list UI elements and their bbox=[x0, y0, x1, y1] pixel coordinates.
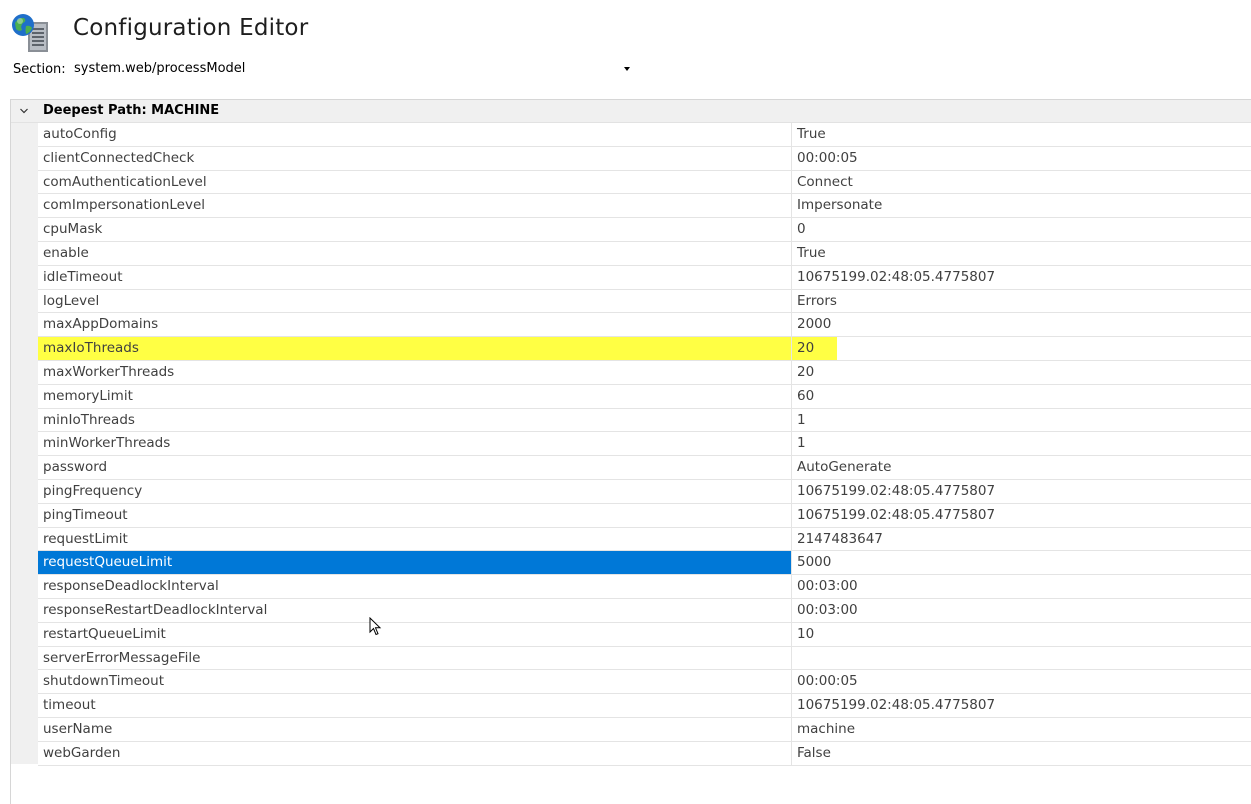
page-title: Configuration Editor bbox=[73, 15, 309, 41]
property-name: maxWorkerThreads bbox=[38, 361, 792, 384]
property-row[interactable]: restartQueueLimit 10 bbox=[38, 622, 1251, 647]
property-row[interactable]: clientConnectedCheck 00:00:05 bbox=[38, 146, 1251, 171]
grid-gutter bbox=[11, 123, 38, 764]
property-name: clientConnectedCheck bbox=[38, 146, 792, 170]
property-name: timeout bbox=[38, 694, 792, 717]
property-name: userName bbox=[38, 718, 792, 741]
property-row[interactable]: shutdownTimeout 00:00:05 bbox=[38, 670, 1251, 695]
property-name: maxIoThreads bbox=[38, 337, 792, 360]
property-row[interactable]: memoryLimit 60 bbox=[38, 384, 1251, 409]
property-value[interactable]: 10675199.02:48:05.4775807 bbox=[792, 504, 1251, 527]
property-name: enable bbox=[38, 242, 792, 265]
property-value[interactable]: 00:03:00 bbox=[792, 575, 1251, 598]
property-row[interactable]: requestQueueLimit 5000 bbox=[38, 551, 1251, 576]
property-row[interactable]: password AutoGenerate bbox=[38, 456, 1251, 480]
property-value[interactable]: 00:03:00 bbox=[792, 599, 1251, 622]
property-value[interactable]: 10 bbox=[792, 623, 1251, 646]
property-name: minIoThreads bbox=[38, 408, 792, 432]
property-value[interactable]: 2147483647 bbox=[792, 528, 1251, 551]
property-name: minWorkerThreads bbox=[38, 432, 792, 456]
property-row[interactable]: responseDeadlockInterval 00:03:00 bbox=[38, 575, 1251, 599]
property-row[interactable]: comImpersonationLevel Impersonate bbox=[38, 194, 1251, 219]
property-value[interactable]: Errors bbox=[792, 290, 1251, 313]
property-name: shutdownTimeout bbox=[38, 670, 792, 694]
property-name: restartQueueLimit bbox=[38, 622, 792, 646]
property-value[interactable]: 10675199.02:48:05.4775807 bbox=[792, 266, 1251, 289]
property-row[interactable]: maxWorkerThreads 20 bbox=[38, 361, 1251, 385]
property-name: requestQueueLimit bbox=[38, 551, 792, 575]
property-row[interactable]: maxAppDomains 2000 bbox=[38, 313, 1251, 338]
property-name: password bbox=[38, 456, 792, 479]
property-row[interactable]: minIoThreads 1 bbox=[38, 408, 1251, 433]
property-row[interactable]: serverErrorMessageFile bbox=[38, 646, 1251, 671]
property-value[interactable]: True bbox=[792, 242, 1251, 265]
property-name: responseDeadlockInterval bbox=[38, 575, 792, 598]
property-grid: Deepest Path: MACHINE autoConfig True clie… bbox=[10, 99, 1251, 804]
property-row[interactable]: timeout 10675199.02:48:05.4775807 bbox=[38, 694, 1251, 718]
property-value[interactable]: 10675199.02:48:05.4775807 bbox=[792, 694, 1251, 717]
property-row[interactable]: pingTimeout 10675199.02:48:05.4775807 bbox=[38, 503, 1251, 528]
property-name: logLevel bbox=[38, 289, 792, 313]
property-value[interactable]: 1 bbox=[792, 409, 1251, 432]
property-name: cpuMask bbox=[38, 218, 792, 241]
property-value[interactable]: 00:00:05 bbox=[792, 147, 1251, 170]
property-name: responseRestartDeadlockInterval bbox=[38, 599, 792, 622]
property-value[interactable]: 20 bbox=[792, 337, 1251, 360]
property-name: idleTimeout bbox=[38, 265, 792, 289]
property-row[interactable]: comAuthenticationLevel Connect bbox=[38, 170, 1251, 195]
property-value[interactable]: 20 bbox=[792, 361, 1251, 384]
property-name: pingTimeout bbox=[38, 503, 792, 527]
property-value[interactable]: 2000 bbox=[792, 313, 1251, 336]
property-row[interactable]: cpuMask 0 bbox=[38, 218, 1251, 242]
section-label: Section: bbox=[13, 62, 66, 77]
section-dropdown[interactable]: system.web/processModel bbox=[72, 58, 632, 82]
property-value[interactable]: machine bbox=[792, 718, 1251, 741]
property-row[interactable]: pingFrequency 10675199.02:48:05.4775807 bbox=[38, 480, 1251, 504]
property-value[interactable]: 10675199.02:48:05.4775807 bbox=[792, 480, 1251, 503]
property-row[interactable]: logLevel Errors bbox=[38, 289, 1251, 314]
property-value[interactable]: True bbox=[792, 123, 1251, 146]
property-row[interactable]: userName machine bbox=[38, 718, 1251, 742]
property-value[interactable]: Connect bbox=[792, 171, 1251, 194]
property-name: maxAppDomains bbox=[38, 313, 792, 337]
property-value[interactable]: AutoGenerate bbox=[792, 456, 1251, 479]
property-value[interactable]: 0 bbox=[792, 218, 1251, 241]
property-name: comImpersonationLevel bbox=[38, 194, 792, 218]
property-name: serverErrorMessageFile bbox=[38, 646, 792, 670]
property-row[interactable]: autoConfig True bbox=[38, 123, 1251, 147]
property-row[interactable]: minWorkerThreads 1 bbox=[38, 432, 1251, 457]
property-row[interactable]: idleTimeout 10675199.02:48:05.4775807 bbox=[38, 265, 1251, 290]
property-row[interactable]: enable True bbox=[38, 242, 1251, 266]
property-value[interactable]: 5000 bbox=[792, 551, 1251, 574]
property-value[interactable]: 00:00:05 bbox=[792, 670, 1251, 693]
property-value[interactable]: False bbox=[792, 742, 1251, 765]
property-value[interactable]: 60 bbox=[792, 385, 1251, 408]
property-row[interactable]: webGarden False bbox=[38, 741, 1251, 766]
property-value[interactable]: Impersonate bbox=[792, 194, 1251, 217]
mouse-cursor-icon bbox=[369, 617, 382, 636]
property-value[interactable] bbox=[792, 647, 1251, 670]
property-name: memoryLimit bbox=[38, 384, 792, 408]
chevron-down-icon bbox=[624, 67, 630, 71]
property-row[interactable]: responseRestartDeadlockInterval 00:03:00 bbox=[38, 599, 1251, 623]
group-title: Deepest Path: MACHINE bbox=[43, 103, 220, 118]
header: Configuration Editor bbox=[0, 0, 1251, 60]
property-row[interactable]: maxIoThreads 20 bbox=[38, 337, 1251, 361]
chevron-down-icon[interactable] bbox=[19, 106, 29, 116]
globe-server-icon bbox=[12, 14, 48, 52]
section-dropdown-value: system.web/processModel bbox=[74, 61, 246, 76]
property-name: requestLimit bbox=[38, 527, 792, 551]
property-name: pingFrequency bbox=[38, 480, 792, 503]
property-name: autoConfig bbox=[38, 123, 792, 146]
group-header[interactable]: Deepest Path: MACHINE bbox=[11, 100, 1251, 123]
property-name: webGarden bbox=[38, 741, 792, 765]
property-row[interactable]: requestLimit 2147483647 bbox=[38, 527, 1251, 552]
property-name: comAuthenticationLevel bbox=[38, 170, 792, 194]
property-value[interactable]: 1 bbox=[792, 432, 1251, 455]
